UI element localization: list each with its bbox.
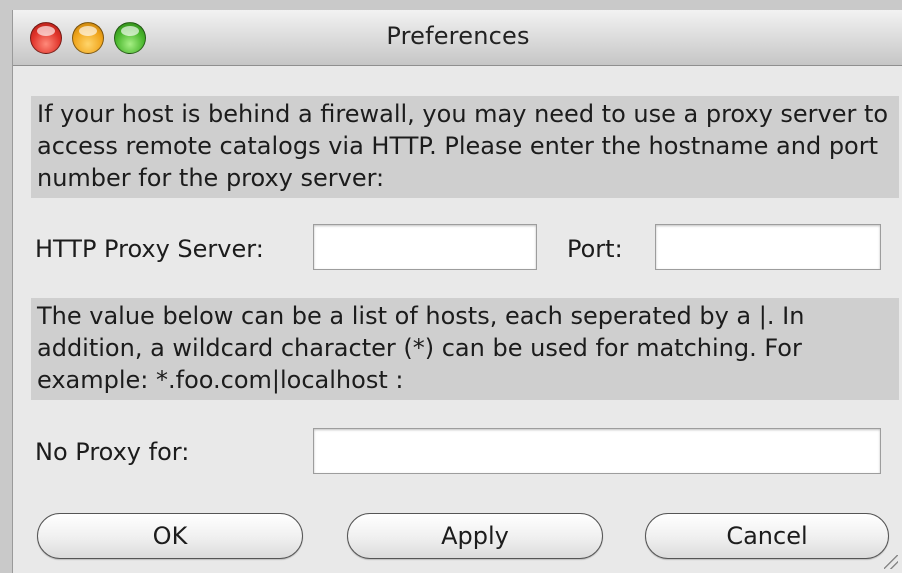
- no-proxy-input[interactable]: [313, 428, 881, 474]
- no-proxy-description: The value below can be a list of hosts, …: [31, 298, 899, 400]
- http-proxy-server-input[interactable]: [313, 224, 537, 270]
- no-proxy-label: No Proxy for:: [35, 438, 190, 466]
- http-proxy-server-label: HTTP Proxy Server:: [35, 235, 264, 263]
- port-input[interactable]: [655, 224, 881, 270]
- proxy-description: If your host is behind a firewall, you m…: [31, 96, 899, 198]
- cancel-button[interactable]: Cancel: [645, 513, 889, 559]
- resize-grip-icon[interactable]: [884, 555, 898, 569]
- preferences-window: Preferences If your host is behind a fir…: [12, 10, 902, 573]
- window-title: Preferences: [386, 22, 530, 50]
- apply-button[interactable]: Apply: [347, 513, 603, 559]
- port-label: Port:: [567, 235, 623, 263]
- title-bar[interactable]: Preferences: [13, 10, 902, 66]
- ok-button[interactable]: OK: [37, 513, 303, 559]
